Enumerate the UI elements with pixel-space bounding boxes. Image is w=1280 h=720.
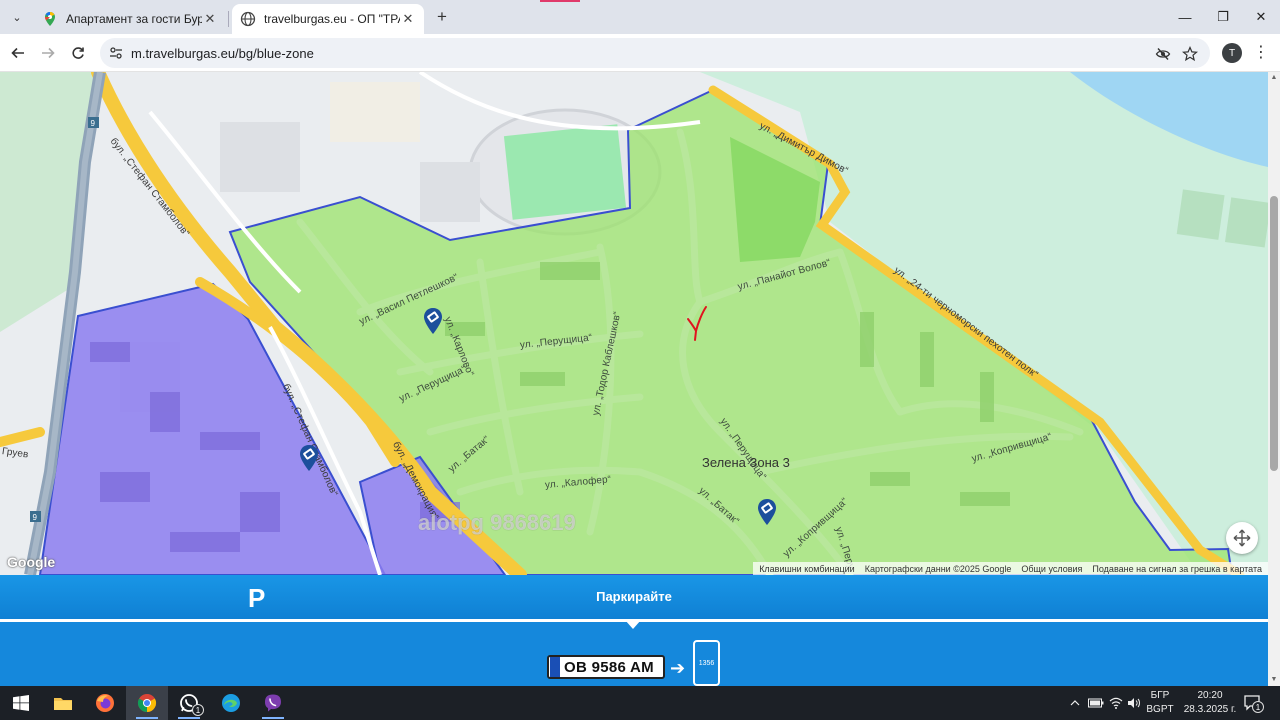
keyboard-shortcuts-link[interactable]: Клавишни комбинации [759,564,855,574]
map-data-text: Картографски данни ©2025 Google [864,563,1012,574]
tracking-protection-icon[interactable] [1154,45,1172,63]
reload-button[interactable] [67,42,89,64]
svg-text:9: 9 [91,119,96,128]
language-indicator[interactable]: БГР BGPT [1140,689,1180,717]
tray-overflow-icon[interactable] [1068,686,1082,720]
language-code: БГР [1150,690,1170,701]
fullscreen-icon [1233,529,1251,547]
chrome-icon [137,694,157,712]
report-error-link[interactable]: Подаване на сигнал за грешка в картата [1092,564,1262,574]
parking-notch [625,620,641,629]
firefox-button[interactable] [84,686,126,720]
back-button[interactable] [7,42,29,64]
tab-strip-accent [540,0,580,2]
clock-date: 28.3.2025 г. [1183,704,1237,715]
reload-icon [72,47,84,59]
site-info-icon[interactable] [108,45,124,61]
windows-logo-icon [13,695,29,711]
tab-apartment[interactable]: Апартамент за гости Бургаска ✕ [34,4,226,34]
notification-center-button[interactable]: 1 [1244,695,1264,713]
license-plate: OB 9586 AM [547,655,665,679]
tab-search-button[interactable]: ⌄ [6,6,28,28]
firefox-icon [96,694,114,712]
eye-off-icon [1155,48,1171,60]
star-icon [1182,46,1198,62]
forward-button[interactable] [37,42,59,64]
zone-label: Зелена Зона 3 [702,455,790,470]
globe-icon [240,11,256,27]
svg-text:9: 9 [33,513,38,522]
scroll-up-arrow-icon[interactable]: ▲ [1268,72,1280,84]
address-bar[interactable]: m.travelburgas.eu/bg/blue-zone [100,38,1210,68]
parking-title[interactable]: Паркирайте [0,589,1268,604]
zone-map[interactable]: 9 9 бул. „Стефан Стамболов“ бул. „Стефан… [0,72,1268,575]
sms-number: 1356 [698,660,715,667]
keyboard-layout: BGPT [1146,704,1174,715]
browser-toolbar: m.travelburgas.eu/bg/blue-zone T ⋮ [0,34,1280,72]
browser-menu-icon[interactable]: ⋮ [1253,42,1269,64]
tab-separator [228,11,229,27]
eu-band [550,657,560,677]
windows-taskbar: 1 БГР BGPT 20:20 28.3.2025 г. 1 [0,686,1280,720]
red-annotation-mark [687,306,707,341]
viber-button[interactable] [252,686,294,720]
start-button[interactable] [0,686,42,720]
watermark: alotpg 9868619 [418,510,576,535]
whatsapp-button[interactable]: 1 [168,686,210,720]
battery-icon[interactable] [1087,686,1105,720]
close-window-button[interactable]: ✕ [1242,0,1280,34]
map-attribution: Клавишни комбинации Картографски данни ©… [753,562,1268,575]
page-scrollbar[interactable]: ▲ ▼ [1268,72,1280,686]
arrow-right-icon [42,47,55,59]
bookmark-star-icon[interactable] [1181,45,1199,63]
arrow-right-icon: ➔ [670,658,686,678]
map-canvas: 9 9 [0,72,1268,575]
folder-icon [54,698,72,710]
scroll-down-arrow-icon[interactable]: ▼ [1268,674,1280,686]
parking-pin-icon[interactable] [299,444,319,472]
terms-link[interactable]: Общи условия [1021,564,1082,574]
chevron-down-icon: ⌄ [12,11,22,24]
tab-close-icon[interactable]: ✕ [400,11,416,27]
edge-icon [222,694,240,712]
profile-avatar[interactable]: T [1222,43,1242,63]
phone-icon: 1356 [693,640,720,686]
plate-number: OB 9586 AM [564,658,654,676]
parking-instructions: OB 9586 AM ➔ 1356 [0,622,1268,686]
tab-title: Апартамент за гости Бургаска [66,12,202,26]
url-text[interactable]: m.travelburgas.eu/bg/blue-zone [131,46,314,61]
parking-pin-icon[interactable] [757,498,777,526]
file-explorer-button[interactable] [42,686,84,720]
tab-close-icon[interactable]: ✕ [202,11,218,27]
parking-header: P Паркирайте [0,575,1268,621]
chrome-button[interactable] [126,686,168,720]
arrow-left-icon [11,47,24,59]
clock[interactable]: 20:20 28.3.2025 г. [1182,689,1238,717]
minimize-button[interactable]: — [1166,0,1204,34]
wifi-icon[interactable] [1108,686,1124,720]
maximize-button[interactable]: ❐ [1204,0,1242,34]
tab-strip: ⌄ Апартамент за гости Бургаска ✕ travelb… [0,0,1280,34]
clock-time: 20:20 [1197,690,1223,701]
google-logo: Google [7,554,56,570]
google-maps-pin-icon [45,12,55,26]
notification-badge: 1 [1252,701,1264,713]
new-tab-button[interactable]: + [432,7,452,27]
edge-button[interactable] [210,686,252,720]
fullscreen-button[interactable] [1226,522,1258,554]
parking-pin-icon[interactable] [423,307,443,335]
viber-icon [265,694,281,712]
scroll-thumb[interactable] [1270,196,1278,471]
whatsapp-badge: 1 [192,704,204,716]
tab-travelburgas[interactable]: travelburgas.eu - ОП "ТРАНСПОРТ" ✕ [232,4,424,34]
tab-title: travelburgas.eu - ОП "ТРАНСПОРТ" [264,12,400,26]
